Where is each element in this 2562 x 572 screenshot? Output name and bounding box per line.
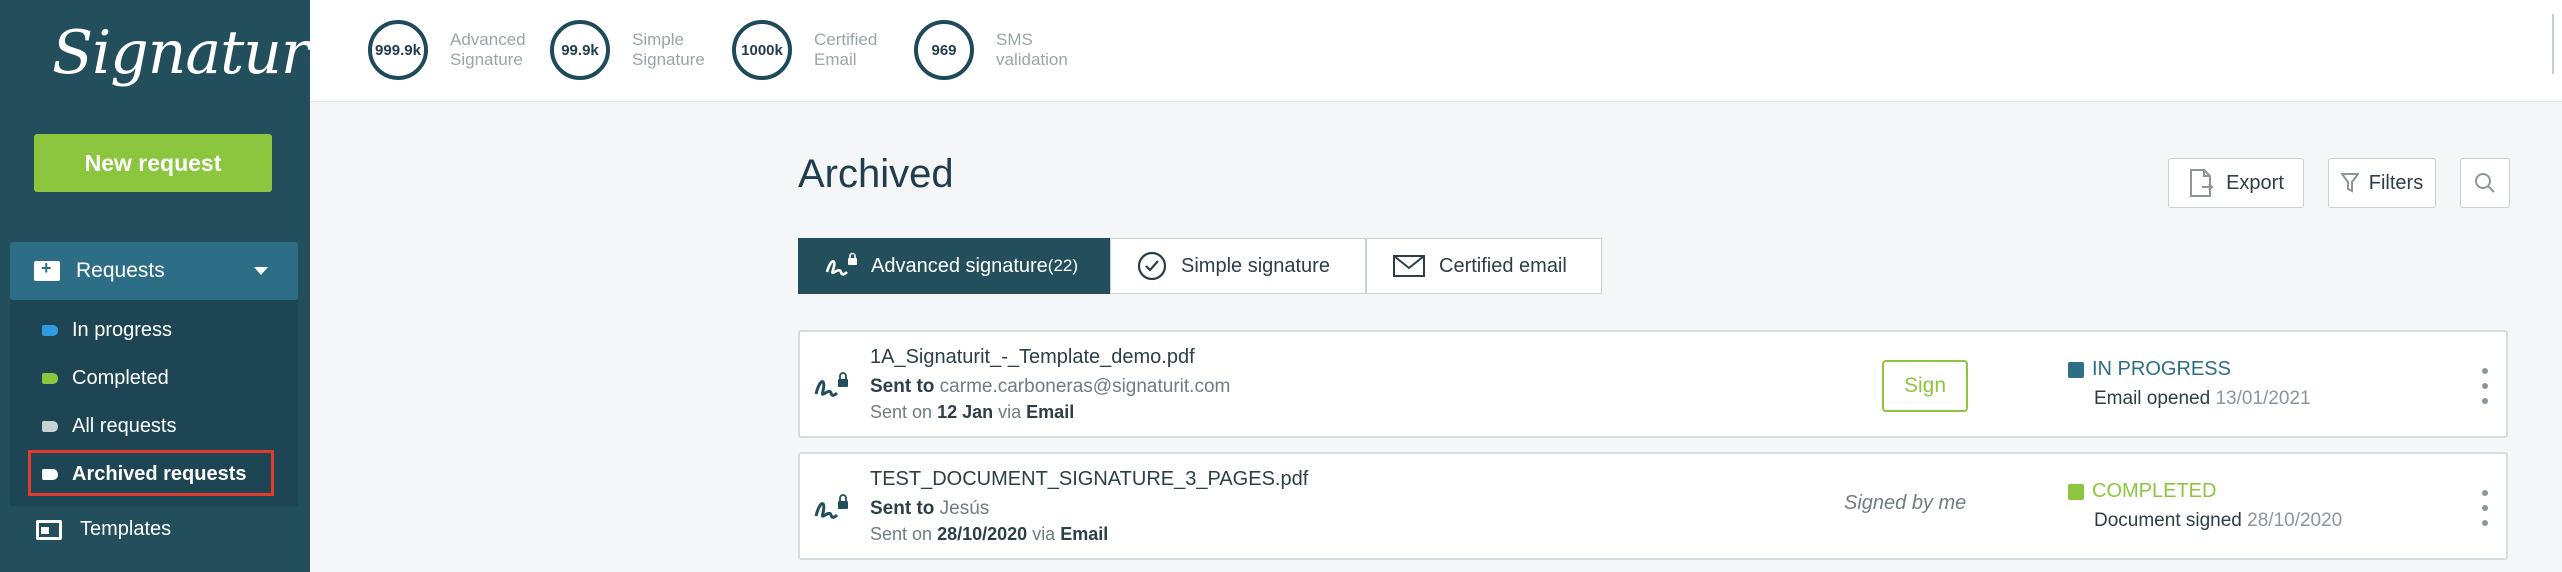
- sidebar-item-label: All requests: [72, 414, 177, 437]
- tag-icon: [42, 324, 58, 336]
- signed-by-note: Signed by me: [1844, 492, 1967, 514]
- counter-label: SMS validation: [996, 30, 1068, 69]
- sidebar-item-label: Completed: [72, 366, 169, 389]
- status-badge: IN PROGRESS: [2068, 358, 2231, 381]
- envelope-icon: [1393, 255, 1425, 277]
- counter-sms-validation: 969 SMS validation: [914, 20, 1092, 80]
- sidebar-item-label: Templates: [80, 518, 172, 540]
- search-icon: [2475, 173, 2495, 193]
- document-name[interactable]: TEST_DOCUMENT_SIGNATURE_3_PAGES.pdf: [870, 468, 1308, 491]
- signaturit-logo[interactable]: Signaturit: [52, 18, 351, 88]
- counter-ring: 999.9k: [368, 20, 428, 80]
- counter-label: Certified Email: [814, 30, 878, 69]
- sent-on: Sent on 28/10/2020 via Email: [870, 524, 1109, 544]
- sent-to: Sent to carme.carboneras@signaturit.com: [870, 376, 1231, 397]
- counter-simple-signature: 99.9k Simple Signature: [550, 20, 728, 80]
- new-request-button[interactable]: New request: [34, 134, 272, 192]
- selection-highlight: [28, 450, 274, 496]
- chevron-down-icon[interactable]: [254, 267, 268, 275]
- counter-ring: 969: [914, 20, 974, 80]
- status-dot: [2068, 483, 2084, 500]
- filters-button[interactable]: Filters: [2328, 158, 2436, 208]
- status-detail: Document signed 28/10/2020: [2094, 510, 2343, 531]
- template-icon: [36, 519, 62, 540]
- status-detail: Email opened 13/01/2021: [2094, 388, 2311, 409]
- tab-label: Advanced signature: [871, 254, 1048, 277]
- folder-add-icon: [34, 258, 60, 281]
- counter-label: Simple Signature: [632, 30, 705, 69]
- more-options-icon[interactable]: [2482, 368, 2488, 404]
- counter-label: Advanced Signature: [450, 30, 526, 69]
- tab-label: Simple signature: [1181, 254, 1330, 277]
- filters-label: Filters: [2368, 171, 2424, 194]
- sidebar-item-label: Requests: [76, 259, 165, 282]
- export-button[interactable]: Export: [2168, 158, 2304, 208]
- scrollbar[interactable]: [2552, 14, 2554, 74]
- export-file-icon: [2190, 169, 2214, 197]
- export-label: Export: [2226, 171, 2284, 194]
- document-row[interactable]: TEST_DOCUMENT_SIGNATURE_3_PAGES.pdf Sent…: [798, 452, 2508, 560]
- counter-certified-email: 1000k Certified Email: [732, 20, 910, 80]
- tab-advanced-signature[interactable]: Advanced signature (22): [798, 238, 1110, 294]
- sidebar-item-label: In progress: [72, 318, 173, 341]
- tab-count: (22): [1047, 256, 1079, 275]
- tag-icon: [42, 420, 58, 432]
- sidebar-item-in-progress[interactable]: In progress: [42, 312, 172, 348]
- document-name[interactable]: 1A_Signaturit_-_Template_demo.pdf: [870, 346, 1195, 369]
- counter-ring: 1000k: [732, 20, 792, 80]
- search-button[interactable]: [2460, 158, 2510, 208]
- counter-ring: 99.9k: [550, 20, 610, 80]
- tab-certified-email[interactable]: Certified email: [1366, 238, 1602, 294]
- sign-button[interactable]: Sign: [1882, 360, 1968, 412]
- advanced-signature-icon: [825, 252, 857, 276]
- sidebar-item-requests[interactable]: Requests: [10, 242, 298, 300]
- sidebar-item-all-requests[interactable]: All requests: [42, 408, 177, 444]
- signature-type-tabs: Advanced signature (22) Simple signature …: [798, 238, 1602, 294]
- page-title: Archived: [798, 152, 954, 196]
- tag-icon: [42, 372, 58, 384]
- status-dot: [2068, 361, 2084, 378]
- advanced-signature-icon: [814, 494, 848, 519]
- document-row[interactable]: 1A_Signaturit_-_Template_demo.pdf Sent t…: [798, 330, 2508, 438]
- sidebar-item-templates[interactable]: Templates: [36, 518, 171, 541]
- sent-on: Sent on 12 Jan via Email: [870, 402, 1075, 422]
- more-options-icon[interactable]: [2482, 490, 2488, 526]
- sent-to: Sent to Jesús: [870, 498, 990, 519]
- advanced-signature-icon: [814, 372, 848, 397]
- status-badge: COMPLETED: [2068, 480, 2216, 503]
- top-bar: 999.9k Advanced Signature 99.9k Simple Sig…: [310, 0, 2562, 102]
- counter-advanced-signature: 999.9k Advanced Signature: [368, 20, 546, 80]
- sidebar-item-completed[interactable]: Completed: [42, 360, 169, 396]
- tab-label: Certified email: [1439, 254, 1567, 277]
- tab-simple-signature[interactable]: Simple signature: [1110, 238, 1366, 294]
- check-circle-icon: [1137, 251, 1167, 281]
- sidebar: Signaturit New request Requests In progr…: [0, 0, 351, 572]
- filter-icon: [2340, 173, 2359, 193]
